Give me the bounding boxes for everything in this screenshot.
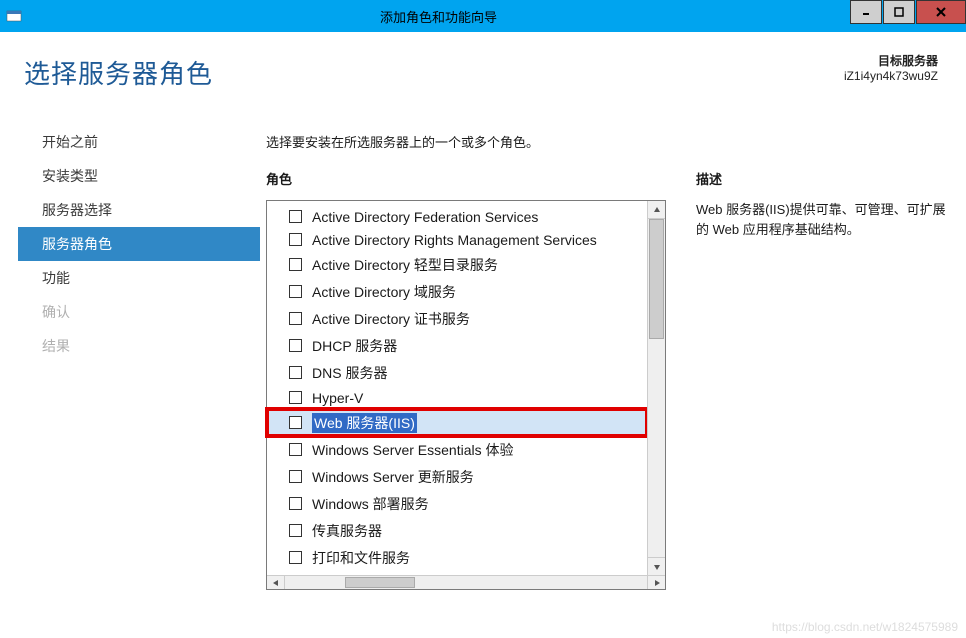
horizontal-scrollbar[interactable] xyxy=(267,575,665,589)
hscroll-track[interactable] xyxy=(285,576,647,589)
app-icon xyxy=(6,8,22,24)
role-label: 打印和文件服务 xyxy=(312,548,410,568)
role-label: Active Directory Rights Management Servi… xyxy=(312,232,597,248)
target-server-info: 目标服务器 iZ1i4yn4k73wu9Z xyxy=(844,52,938,83)
checkbox-icon[interactable] xyxy=(289,210,302,223)
role-label: Windows 部署服务 xyxy=(312,494,429,514)
wizard-nav: 开始之前安装类型服务器选择服务器角色功能确认结果 xyxy=(24,117,260,363)
description-header: 描述 xyxy=(696,169,952,188)
target-server-label: 目标服务器 xyxy=(844,52,938,69)
role-label: Active Directory 证书服务 xyxy=(312,309,470,329)
roles-header: 角色 xyxy=(266,169,666,188)
role-label: Windows Server 更新服务 xyxy=(312,467,474,487)
role-row-3[interactable]: Active Directory 域服务 xyxy=(267,278,647,305)
target-server-name: iZ1i4yn4k73wu9Z xyxy=(844,69,938,83)
checkbox-icon[interactable] xyxy=(289,524,302,537)
role-label: Hyper-V xyxy=(312,390,363,406)
scroll-track[interactable] xyxy=(648,219,665,557)
checkbox-icon[interactable] xyxy=(289,391,302,404)
checkbox-icon[interactable] xyxy=(289,551,302,564)
nav-item-6: 结果 xyxy=(24,329,260,363)
roles-listbox: Active Directory Federation Services Acti… xyxy=(266,200,666,590)
role-row-0[interactable]: Active Directory Federation Services xyxy=(267,205,647,228)
role-label: Windows Server Essentials 体验 xyxy=(312,440,514,460)
checkbox-icon[interactable] xyxy=(289,470,302,483)
nav-item-4[interactable]: 功能 xyxy=(24,261,260,295)
nav-item-1[interactable]: 安装类型 xyxy=(24,159,260,193)
vertical-scrollbar[interactable] xyxy=(647,201,665,575)
close-button[interactable] xyxy=(916,0,966,24)
checkbox-icon[interactable] xyxy=(289,416,302,429)
role-row-13[interactable]: 打印和文件服务 xyxy=(267,544,647,571)
maximize-button[interactable] xyxy=(883,0,915,24)
roles-list[interactable]: Active Directory Federation Services Acti… xyxy=(267,201,647,575)
nav-item-3[interactable]: 服务器角色 xyxy=(18,227,260,261)
checkbox-icon[interactable] xyxy=(289,233,302,246)
description-text: Web 服务器(IIS)提供可靠、可管理、可扩展的 Web 应用程序基础结构。 xyxy=(696,200,952,239)
window-controls xyxy=(849,0,966,32)
checkbox-icon[interactable] xyxy=(289,312,302,325)
role-row-10[interactable]: Windows Server 更新服务 xyxy=(267,463,647,490)
nav-item-2[interactable]: 服务器选择 xyxy=(24,193,260,227)
instruction-text: 选择要安装在所选服务器上的一个或多个角色。 xyxy=(266,132,952,151)
role-label: Active Directory 域服务 xyxy=(312,282,456,302)
role-row-7[interactable]: Hyper-V xyxy=(267,386,647,409)
role-row-1[interactable]: Active Directory Rights Management Servi… xyxy=(267,228,647,251)
role-label: Web 服务器(IIS) xyxy=(312,413,417,433)
page-title: 选择服务器角色 xyxy=(24,54,260,91)
titlebar: 添加角色和功能向导 xyxy=(0,0,966,32)
role-row-6[interactable]: DNS 服务器 xyxy=(267,359,647,386)
checkbox-icon[interactable] xyxy=(289,339,302,352)
role-label: Active Directory 轻型目录服务 xyxy=(312,255,498,275)
role-row-11[interactable]: Windows 部署服务 xyxy=(267,490,647,517)
window-title: 添加角色和功能向导 xyxy=(28,7,849,26)
checkbox-icon[interactable] xyxy=(289,366,302,379)
role-label: 传真服务器 xyxy=(312,521,382,541)
hscroll-thumb[interactable] xyxy=(345,577,415,588)
role-row-12[interactable]: 传真服务器 xyxy=(267,517,647,544)
scroll-right-button[interactable] xyxy=(647,576,665,589)
nav-item-0[interactable]: 开始之前 xyxy=(24,125,260,159)
role-row-4[interactable]: Active Directory 证书服务 xyxy=(267,305,647,332)
role-row-5[interactable]: DHCP 服务器 xyxy=(267,332,647,359)
role-label: Active Directory Federation Services xyxy=(312,209,538,225)
role-label: DHCP 服务器 xyxy=(312,336,397,356)
scroll-thumb[interactable] xyxy=(649,219,664,339)
scroll-down-button[interactable] xyxy=(648,557,665,575)
scroll-left-button[interactable] xyxy=(267,576,285,589)
role-row-9[interactable]: Windows Server Essentials 体验 xyxy=(267,436,647,463)
role-label: DNS 服务器 xyxy=(312,363,387,383)
checkbox-icon[interactable] xyxy=(289,443,302,456)
role-row-8[interactable]: Web 服务器(IIS) xyxy=(267,409,647,436)
minimize-button[interactable] xyxy=(850,0,882,24)
nav-item-5: 确认 xyxy=(24,295,260,329)
scroll-up-button[interactable] xyxy=(648,201,665,219)
checkbox-icon[interactable] xyxy=(289,497,302,510)
watermark: https://blog.csdn.net/w1824575989 xyxy=(772,620,958,634)
checkbox-icon[interactable] xyxy=(289,258,302,271)
checkbox-icon[interactable] xyxy=(289,285,302,298)
role-row-2[interactable]: Active Directory 轻型目录服务 xyxy=(267,251,647,278)
